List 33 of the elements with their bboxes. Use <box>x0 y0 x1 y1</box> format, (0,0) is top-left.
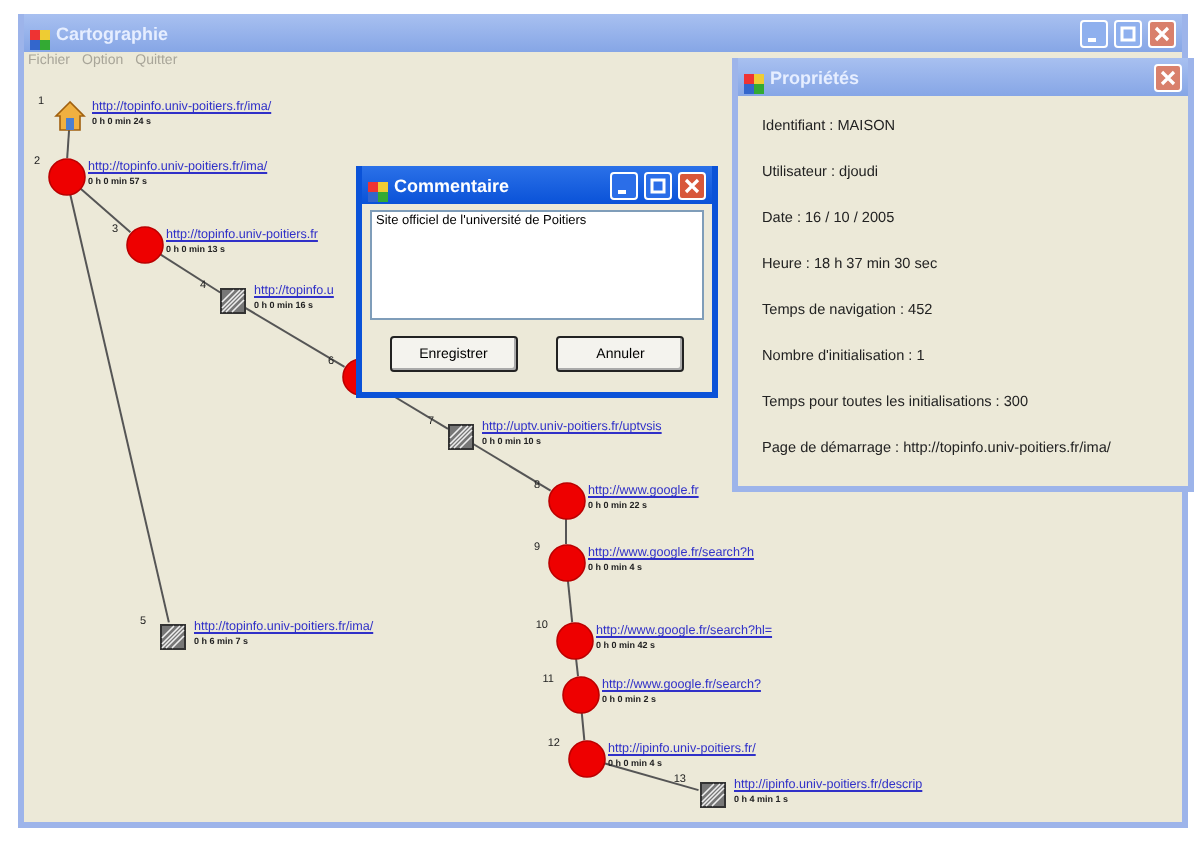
connector-line <box>575 656 579 678</box>
maximize-button[interactable] <box>644 171 672 199</box>
connector-line <box>471 442 552 492</box>
connector-line <box>602 761 700 792</box>
connector-line <box>566 578 574 624</box>
maximize-icon <box>1120 25 1136 41</box>
circle-node-icon <box>555 621 593 659</box>
window-title: Cartographie <box>56 23 171 43</box>
circle-node-icon <box>547 543 585 581</box>
close-button[interactable] <box>678 171 706 199</box>
circle-node-icon <box>47 157 85 195</box>
close-icon <box>684 177 700 193</box>
image-node-icon <box>159 623 185 649</box>
minimize-icon <box>1087 37 1095 41</box>
close-icon <box>1160 69 1176 85</box>
window-title: Commentaire <box>394 175 512 195</box>
minimize-button[interactable] <box>610 171 638 199</box>
image-node-icon <box>219 287 245 313</box>
circle-node-icon <box>561 675 599 713</box>
circle-node-icon <box>547 481 585 519</box>
close-icon <box>1154 25 1170 41</box>
connector-line <box>580 710 586 742</box>
circle-node-icon <box>125 225 163 263</box>
window-title: Propriétés <box>770 67 862 87</box>
image-node-icon <box>699 781 725 807</box>
connector-line <box>243 306 346 368</box>
maximize-icon <box>650 177 666 193</box>
image-node-icon <box>447 423 473 449</box>
house-icon <box>54 100 86 132</box>
minimize-icon <box>617 189 625 193</box>
circle-node-icon <box>567 739 605 777</box>
connector-line <box>565 517 567 545</box>
connector-line <box>66 128 71 160</box>
